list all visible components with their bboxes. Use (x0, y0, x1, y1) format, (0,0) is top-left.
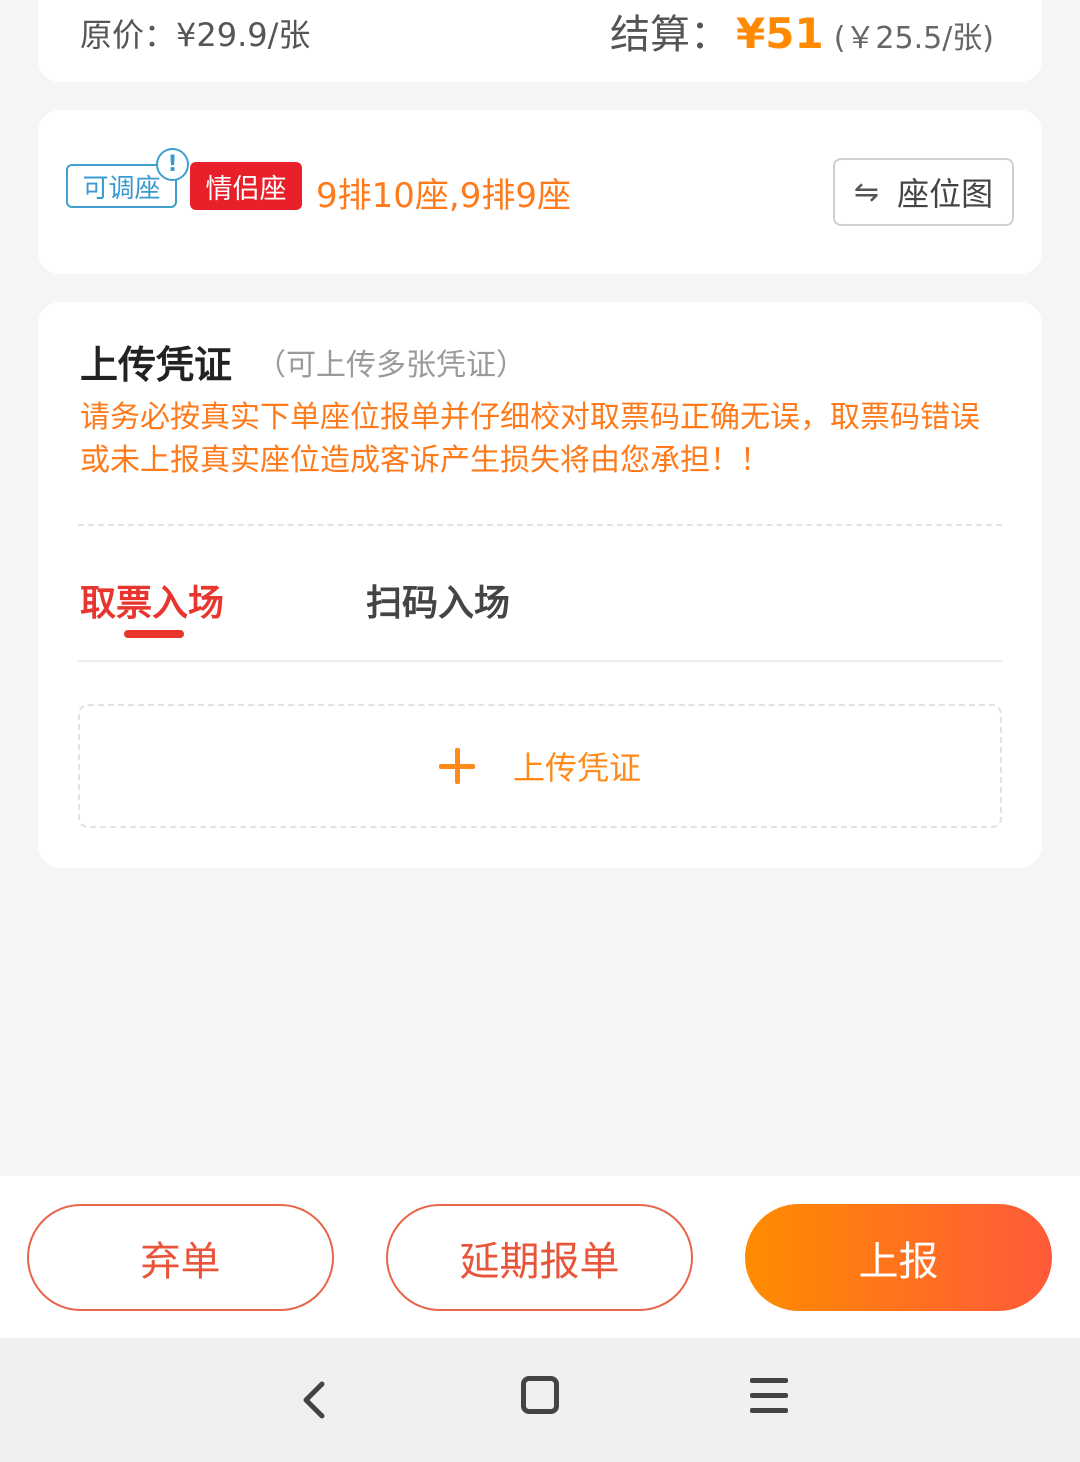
seat-card: 可调座 ! 情侣座 9排10座,9排9座 ⇋ 座位图 (38, 110, 1042, 274)
abandon-order-button[interactable]: 弃单 (27, 1204, 334, 1311)
back-icon[interactable] (298, 1380, 338, 1420)
system-nav-bar (0, 1338, 1080, 1462)
warning-icon[interactable]: ! (156, 148, 189, 181)
upload-proof-label: 上传凭证 (512, 749, 641, 787)
tab-scan-entry[interactable]: 扫码入场 (366, 574, 510, 626)
seat-map-button[interactable]: ⇋ 座位图 (833, 158, 1014, 226)
home-icon[interactable] (521, 1376, 559, 1414)
swap-icon: ⇋ (853, 174, 880, 210)
couple-seat-tag: 情侣座 (190, 162, 302, 210)
plus-icon (438, 748, 475, 784)
delay-report-button[interactable]: 延期报单 (386, 1204, 693, 1311)
seat-numbers: 9排10座,9排9座 (316, 176, 571, 216)
price-card: 原价：¥29.9/张 结算： ¥51 (￥25.5/张) (38, 0, 1042, 82)
report-button[interactable]: 上报 (745, 1204, 1052, 1311)
original-price: 原价：¥29.9/张 (80, 16, 311, 54)
active-tab-indicator (124, 630, 184, 638)
settlement-unit-price: (￥25.5/张) (833, 21, 994, 56)
upload-title: 上传凭证 (80, 343, 233, 387)
action-bar: 弃单 延期报单 上报 (0, 1176, 1080, 1338)
settlement: 结算： ¥51 (￥25.5/张) (610, 2, 994, 60)
tab-divider (78, 660, 1002, 662)
settlement-label: 结算： (610, 12, 731, 58)
upload-proof-button[interactable]: 上传凭证 (78, 704, 1002, 828)
tab-pickup-entry[interactable]: 取票入场 (80, 574, 224, 626)
menu-icon[interactable] (750, 1378, 788, 1414)
dashed-divider (78, 524, 1002, 526)
seat-map-button-label: 座位图 (897, 175, 994, 213)
settlement-amount: ¥51 (736, 9, 824, 58)
upload-warning: 请务必按真实下单座位报单并仔细校对取票码正确无误，取票码错误或未上报真实座位造成… (80, 400, 980, 478)
upload-subtitle: （可上传多张凭证） (256, 348, 526, 383)
upload-proof-card: 上传凭证 （可上传多张凭证） 请务必按真实下单座位报单并仔细校对取票码正确无误，… (38, 302, 1042, 868)
